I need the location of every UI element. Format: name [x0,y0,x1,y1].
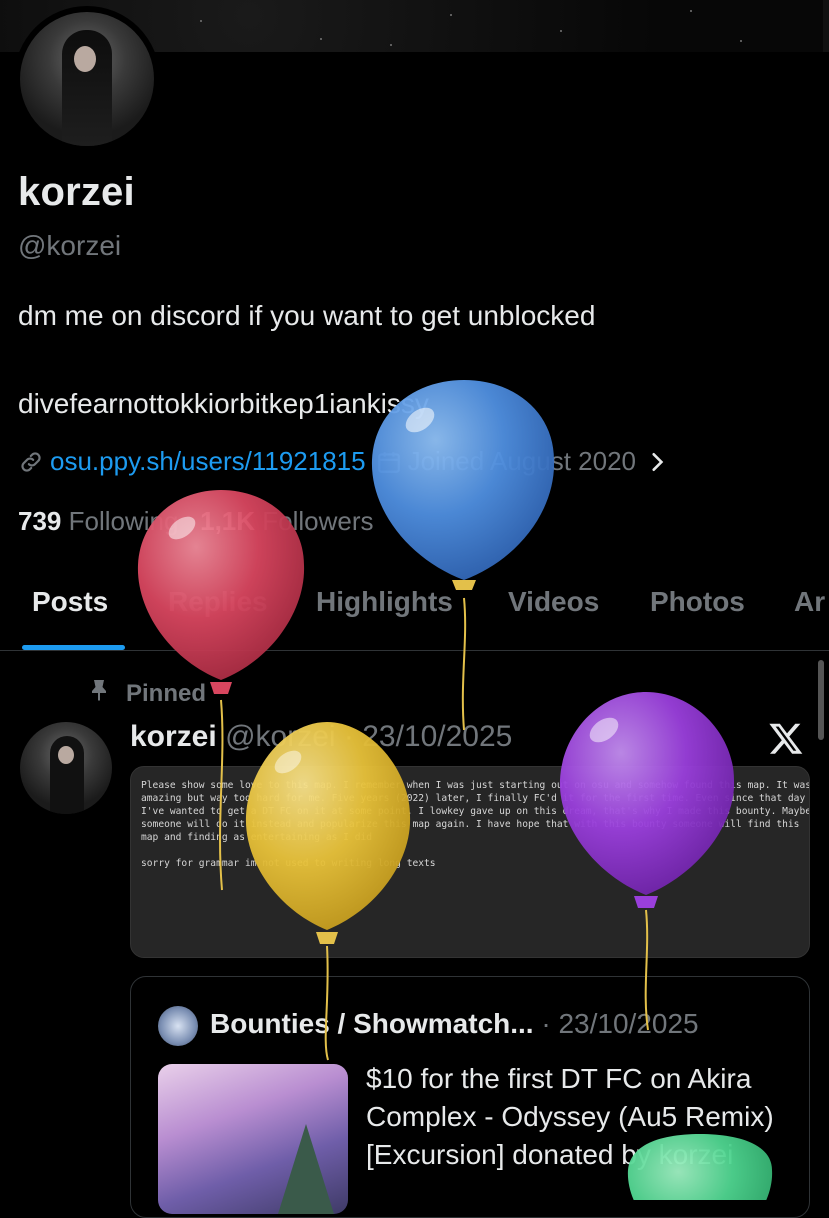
quoted-account-name[interactable]: Bounties / Showmatch... [210,1008,534,1039]
tab-photos[interactable]: Photos [650,586,745,618]
tab-articles[interactable]: Ar [794,586,825,618]
profile-joined[interactable]: Joined August 2020 [376,446,666,477]
profile-bio: dm me on discord if you want to get unbl… [18,300,596,331]
following-link[interactable]: 739 Following [18,506,178,536]
profile-handle: @korzei [18,230,122,261]
followers-link[interactable]: 1,1K Followers [200,506,373,536]
tab-highlights[interactable]: Highlights [316,586,453,618]
quoted-post-date: · 23/10/2025 [541,1008,699,1039]
chevron-right-icon [648,451,666,473]
post-image[interactable]: Please show some love to this map. I rem… [130,766,810,958]
profile-link[interactable]: osu.ppy.sh/users/11921815 [50,446,366,477]
tab-replies[interactable]: Replies [168,586,268,618]
calendar-icon [376,449,402,475]
post-author-name[interactable]: korzei [130,720,217,753]
pinned-label: Pinned [88,678,206,709]
post-image-text: Please show some love to this map. I rem… [141,780,809,869]
post-author-avatar[interactable] [20,722,112,814]
profile-avatar[interactable] [20,12,154,146]
profile-meta: osu.ppy.sh/users/11921815 Joined August … [18,446,666,477]
profile-bio-line2: divefearnottokkiorbitkep1iankissy [18,388,429,419]
profile-tabs: Posts Replies Highlights Videos Photos A… [0,580,829,650]
follow-counts: 739 Following 1,1K Followers [18,506,374,537]
tabs-divider [0,650,829,651]
x-logo-icon [768,720,804,756]
profile-name: korzei [18,170,135,214]
post-handle-date[interactable]: @korzei · 23/10/2025 [225,720,512,753]
pin-icon [88,678,110,709]
quoted-post-text: $10 for the first DT FC on Akira Complex… [366,1063,774,1170]
quoted-post-header: Bounties / Showmatch... · 23/10/2025 [210,1008,699,1040]
quoted-account-avatar[interactable] [158,1006,198,1046]
tab-posts[interactable]: Posts [32,586,108,618]
link-icon [18,449,44,475]
quoted-post-thumbnail[interactable] [158,1064,348,1214]
tab-videos[interactable]: Videos [508,586,599,618]
scrollbar[interactable] [818,660,824,740]
post-header: korzei @korzei · 23/10/2025 [130,720,512,754]
joined-text: Joined August 2020 [407,446,637,476]
